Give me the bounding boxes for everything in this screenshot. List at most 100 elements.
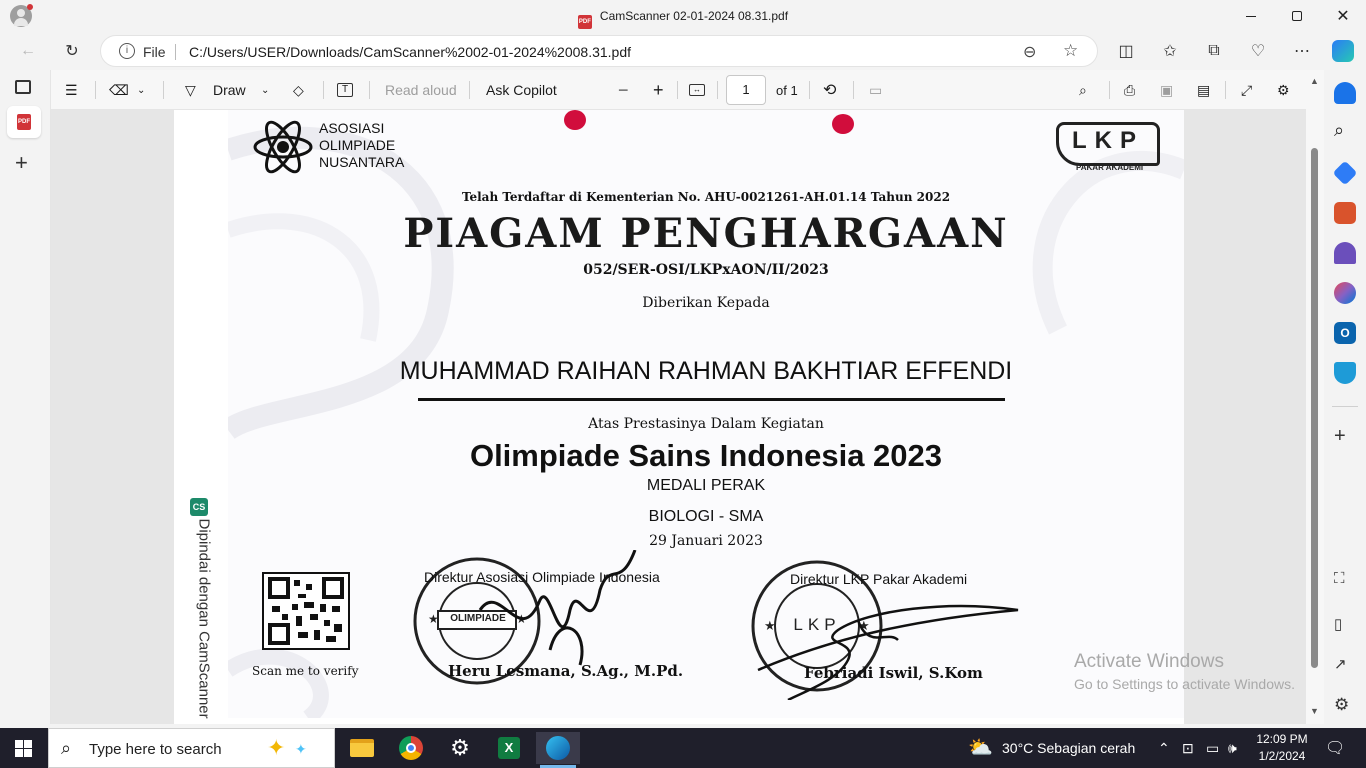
certificate: ASOSIASI OLIMPIADE NUSANTARA LKP PAKAR A… — [228, 110, 1184, 718]
file-scheme-label: File — [143, 44, 166, 60]
clock[interactable]: 12:09 PM 1/2/2024 — [1254, 731, 1310, 765]
contents-icon[interactable]: ☰ — [65, 80, 78, 100]
refresh-icon: ↻ — [65, 43, 79, 60]
toolbar-divider — [95, 81, 96, 99]
taskbar-settings[interactable]: ⚙ — [438, 732, 482, 764]
add-text-icon[interactable]: T — [337, 80, 353, 100]
add-sidebar-app-icon[interactable]: + — [1334, 425, 1356, 447]
notifications-bell-icon[interactable] — [1334, 82, 1356, 104]
highlight-icon[interactable]: ⌫ — [109, 80, 129, 100]
given-to-label: Diberikan Kepada — [642, 295, 770, 311]
new-tab-icon[interactable]: + — [15, 150, 28, 176]
edge-icon — [546, 736, 570, 760]
toolbar-divider — [163, 81, 164, 99]
shopping-tag-icon[interactable] — [1332, 160, 1358, 186]
taskbar-search-box[interactable]: ⌕ Type here to search ✦ ✦ — [48, 728, 335, 768]
fullscreen-icon[interactable]: ⤢ — [1241, 80, 1252, 100]
address-row: ← ↻ i File C:/Users/USER/Downloads/CamSc… — [0, 32, 1366, 70]
zoom-in-button[interactable]: + — [653, 80, 664, 100]
weather-text[interactable]: 30°C Sebagian cerah — [1002, 740, 1135, 756]
taskbar-file-explorer[interactable] — [340, 732, 384, 764]
url-bar[interactable]: i File C:/Users/USER/Downloads/CamScanne… — [100, 35, 1098, 67]
org-name-line1: ASOSIASI — [319, 120, 385, 136]
vertical-scrollbar[interactable]: ▲ ▼ — [1306, 70, 1324, 724]
svg-text:★: ★ — [428, 612, 439, 626]
qr-code — [262, 572, 350, 650]
scroll-up-icon[interactable]: ▲ — [1310, 76, 1319, 86]
url-text[interactable]: C:/Users/USER/Downloads/CamScanner%2002-… — [189, 44, 631, 60]
signer2-name: Febriadi Iswil, S.Kom — [804, 664, 983, 682]
search-in-document-icon[interactable]: ⌕ — [1079, 80, 1087, 100]
fit-to-width-icon[interactable]: ↔ — [689, 80, 705, 100]
settings-gear-icon[interactable]: ⚙ — [1277, 80, 1290, 100]
zoom-out-button[interactable]: − — [618, 80, 629, 100]
search-icon[interactable]: ⌕ — [1334, 120, 1356, 142]
split-screen-icon[interactable]: ◫ — [1114, 40, 1138, 62]
rotate-icon[interactable]: ⟲ — [823, 80, 836, 100]
taskbar-chrome[interactable] — [389, 732, 433, 764]
url-separator — [175, 44, 176, 60]
clock-date: 1/2/2024 — [1258, 749, 1306, 763]
search-highlight-sparkle-small-icon: ✦ — [295, 741, 307, 757]
zoom-out-icon[interactable]: ⊖ — [1023, 42, 1036, 62]
toolbar-divider — [1225, 81, 1226, 99]
sidebar-toggle-icon[interactable]: ▯ — [1334, 615, 1356, 637]
close-button[interactable]: ✕ — [1320, 0, 1366, 32]
drop-icon[interactable] — [1334, 362, 1356, 384]
page-view-icon[interactable]: ▭ — [869, 80, 882, 100]
recipient-underline — [418, 398, 1005, 401]
signature-1 — [478, 550, 637, 666]
org-name-line2: OLIMPIADE — [319, 137, 396, 153]
restore-button[interactable] — [1274, 0, 1320, 32]
subject-label: BIOLOGI - SMA — [648, 508, 764, 525]
scroll-down-icon[interactable]: ▼ — [1310, 706, 1319, 716]
close-icon: ✕ — [1336, 8, 1350, 25]
network-icon[interactable]: ⊡ — [1182, 740, 1194, 757]
pdf-page: CS Dipindai dengan CamScanner ASOSIASI O… — [174, 110, 1184, 724]
collections-icon[interactable]: ⧉ — [1202, 40, 1226, 62]
microsoft-365-icon[interactable] — [1334, 282, 1356, 304]
more-options-icon[interactable]: ⋯ — [1290, 40, 1314, 62]
favorite-star-icon[interactable]: ☆ — [1063, 41, 1078, 61]
eraser-icon[interactable]: ◇ — [293, 80, 304, 100]
ask-copilot-button[interactable]: Ask Copilot — [486, 80, 557, 100]
taskbar-excel[interactable]: X — [487, 732, 531, 764]
open-external-icon[interactable]: ↗ — [1334, 655, 1356, 677]
games-chess-icon[interactable] — [1334, 242, 1356, 264]
draw-dropdown-chevron-icon[interactable]: ⌄ — [261, 80, 269, 100]
print-icon[interactable]: ⎙ — [1124, 80, 1135, 100]
taskbar-edge-active[interactable] — [536, 732, 580, 764]
read-aloud-button[interactable]: Read aloud — [385, 80, 457, 100]
pdf-tab-icon: PDF — [17, 114, 31, 130]
scrollbar-thumb[interactable] — [1311, 148, 1318, 668]
show-hidden-icons-chevron-icon[interactable]: ⌃ — [1158, 740, 1170, 757]
draw-button[interactable]: Draw — [213, 80, 246, 100]
volume-icon[interactable]: 🕪 — [1228, 740, 1237, 757]
save-as-icon[interactable]: ▤ — [1197, 80, 1210, 100]
toolbar-divider — [469, 81, 470, 99]
certificate-heading: PIAGAM PENGHARGAAN — [403, 210, 1009, 257]
highlight-dropdown-chevron-icon[interactable]: ⌄ — [137, 80, 145, 100]
copilot-icon[interactable] — [1332, 40, 1354, 62]
browser-essentials-icon[interactable]: ♡ — [1246, 40, 1270, 62]
tools-briefcase-icon[interactable] — [1334, 202, 1356, 224]
title-bar: PDF CamScanner 02-01-2024 08.31.pdf ✕ — [0, 0, 1366, 32]
minimize-button[interactable] — [1228, 0, 1274, 32]
save-icon[interactable]: ▣ — [1160, 80, 1173, 100]
start-windows-icon[interactable] — [15, 740, 32, 757]
draw-pen-icon[interactable]: ▽ — [185, 80, 196, 100]
screenshot-icon[interactable]: ⛶ — [1334, 570, 1356, 592]
outlook-icon[interactable]: O — [1334, 322, 1356, 344]
atom-logo-icon — [253, 120, 313, 174]
back-button[interactable]: ← — [16, 40, 40, 62]
tab-actions-icon[interactable] — [15, 80, 31, 94]
page-number-input[interactable]: 1 — [726, 75, 766, 105]
refresh-button[interactable]: ↻ — [60, 40, 84, 62]
active-tab-pdf[interactable]: PDF — [7, 106, 41, 138]
minimize-icon — [1246, 15, 1256, 17]
favorites-icon[interactable]: ✩ — [1158, 40, 1182, 62]
notification-center-icon[interactable]: 🗨 — [1325, 738, 1345, 758]
sidebar-settings-gear-icon[interactable]: ⚙ — [1334, 695, 1356, 717]
battery-icon[interactable]: ▭ — [1206, 740, 1219, 757]
document-viewport[interactable]: CS Dipindai dengan CamScanner ASOSIASI O… — [50, 110, 1306, 724]
